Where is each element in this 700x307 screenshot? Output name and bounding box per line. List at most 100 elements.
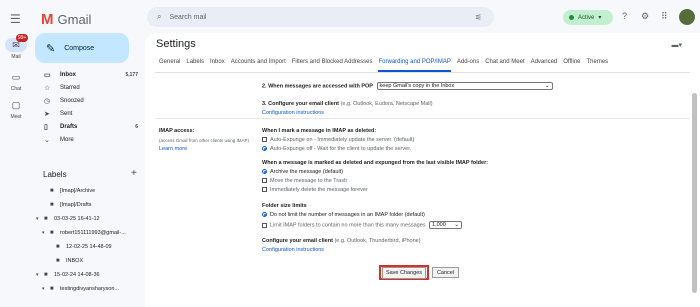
label-name: 12-02-25 14-48-09 — [66, 244, 112, 250]
label-item[interactable]: ▾ ■ 15-02-24 14-08-36 — [36, 272, 100, 278]
tab-addons[interactable]: Add-ons — [457, 59, 479, 72]
deleted-option-on[interactable]: Auto-Expunge on - Immediately update the… — [262, 137, 414, 143]
pop-config-link[interactable]: Configuration instructions — [262, 110, 324, 116]
folder-limit-select[interactable]: 1,000 ⌄ — [429, 221, 463, 229]
tab-inbox[interactable]: Inbox — [210, 59, 225, 72]
label-item[interactable]: ▾ ■ robert151111993@gmail-... — [42, 230, 126, 236]
tab-general[interactable]: General — [159, 59, 180, 72]
app-rail: ☰ ✉ 99+ Mail ▭ Chat ▢ Meet — [0, 0, 32, 307]
folder-option-unlimited[interactable]: Do not limit the number of messages in a… — [262, 212, 425, 218]
label-item[interactable]: ▾ ■ 03-03-25 16-41-12 — [36, 216, 100, 222]
chevron-down-icon[interactable]: ▾ — [42, 230, 50, 236]
chevron-down-icon[interactable]: ▾ — [36, 272, 44, 278]
send-icon: ➤ — [44, 110, 50, 118]
sidebar-item-label: More — [60, 136, 74, 143]
sidebar-item-more[interactable]: ⌄ More — [32, 133, 144, 146]
label-item[interactable]: ■ [Imap]/Archive — [50, 188, 95, 194]
avatar[interactable] — [679, 9, 695, 25]
imap-client-label: Configure your email client — [262, 238, 333, 244]
label-item[interactable]: ■ [Imap]/Drafts — [50, 202, 91, 208]
chevron-down-icon[interactable]: ▾ — [42, 286, 50, 292]
status-dropdown[interactable]: Active ▾ — [563, 10, 613, 25]
add-label-icon[interactable]: + — [131, 168, 137, 179]
search-input[interactable]: Search mail — [169, 14, 206, 21]
tab-themes[interactable]: Themes — [587, 59, 609, 72]
label-name: [Imap]/Archive — [60, 188, 96, 194]
sidebar-item-starred[interactable]: ☆ Starred — [32, 81, 144, 94]
imap-config-link[interactable]: Configuration instructions — [262, 247, 324, 253]
cancel-button[interactable]: Cancel — [432, 267, 459, 278]
compose-label: Compose — [64, 44, 95, 52]
chevron-down-icon: ▾ — [598, 15, 602, 21]
label-item[interactable]: ■ INBOX — [56, 258, 83, 264]
checkbox[interactable] — [262, 137, 267, 143]
chevron-down-icon[interactable]: ▾ — [36, 216, 44, 222]
search-bar[interactable]: ⌕ Search mail ⚟ — [147, 7, 494, 27]
pop-step3-label: 3. Configure your email client — [262, 101, 340, 107]
rail-meet[interactable]: ▢ Meet — [0, 98, 32, 120]
inbox-count: 5,177 — [125, 71, 138, 78]
imap-heading: IMAP access: — [159, 128, 195, 134]
apps-grid-icon[interactable]: ⠿ — [661, 11, 668, 22]
expunged-option-delete[interactable]: Immediately delete the message forever — [262, 187, 368, 193]
tab-offline[interactable]: Offline — [563, 59, 580, 72]
radio-selected[interactable] — [262, 169, 267, 175]
keyboard-icon[interactable]: ▬▾ — [671, 41, 682, 49]
gear-icon[interactable]: ⚙ — [641, 11, 649, 22]
main-menu-icon[interactable]: ☰ — [10, 12, 21, 26]
compose-button[interactable]: ✎ Compose — [35, 33, 129, 63]
search-options-icon[interactable]: ⚟ — [475, 13, 482, 22]
radio-selected[interactable] — [262, 146, 267, 152]
scrollbar[interactable] — [692, 93, 697, 293]
save-changes-button[interactable]: Save Changes — [379, 265, 429, 280]
settings-tabs: General Labels Inbox Accounts and Import… — [159, 59, 608, 72]
rail-chat-label: Chat — [10, 86, 22, 92]
sidebar-item-label: Starred — [60, 84, 80, 91]
rail-chat[interactable]: ▭ Chat — [0, 70, 32, 92]
status-label: Active — [578, 14, 595, 21]
sidebar-item-label: Snoozed — [60, 97, 84, 104]
learn-more-link[interactable]: Learn more — [159, 146, 259, 152]
tab-filters[interactable]: Filters and Blocked Addresses — [292, 59, 373, 72]
expunged-option-trash[interactable]: Move the message to the Trash — [262, 178, 347, 184]
sidebar-item-inbox[interactable]: ▭ Inbox 5,177 — [32, 68, 144, 81]
deleted-option-off[interactable]: Auto-Expunge off - Wait for the client t… — [262, 146, 411, 152]
label-tag-icon: ■ — [44, 216, 48, 222]
section-divider — [155, 118, 690, 119]
label-item[interactable]: ▾ ■ testingdivyansharyson... — [42, 286, 119, 292]
gmail-logo[interactable]: M Gmail — [41, 11, 91, 28]
label-tag-icon: ■ — [56, 258, 60, 264]
option-label: Do not limit the number of messages in a… — [270, 212, 425, 218]
chevron-down-icon: ⌄ — [544, 83, 550, 89]
rail-mail[interactable]: ✉ 99+ Mail — [0, 34, 32, 60]
tab-accounts[interactable]: Accounts and Import — [231, 59, 286, 72]
sidebar-item-label: Sent — [60, 110, 73, 117]
tab-advanced[interactable]: Advanced — [531, 59, 558, 72]
label-item[interactable]: ■ 12-02-25 14-48-09 — [56, 244, 112, 250]
pop-action-select[interactable]: keep Gmail's copy in the Inbox ⌄ — [376, 82, 553, 90]
checkbox[interactable] — [262, 187, 267, 193]
chevron-down-icon: ⌄ — [44, 136, 50, 144]
app-name: Gmail — [57, 12, 92, 27]
help-icon[interactable]: ? — [622, 11, 627, 21]
sidebar-item-sent[interactable]: ➤ Sent — [32, 107, 144, 120]
folder-option-limit[interactable]: Limit IMAP folders to contain no more th… — [262, 221, 463, 229]
tab-labels[interactable]: Labels — [186, 59, 204, 72]
label-name: 03-03-25 16-41-12 — [54, 216, 100, 222]
option-label: Auto-Expunge off - Wait for the client t… — [270, 146, 412, 152]
tab-chat-meet[interactable]: Chat and Meet — [485, 59, 524, 72]
sidebar-item-drafts[interactable]: ▯ Drafts 6 — [32, 120, 144, 133]
deleted-heading: When I mark a message in IMAP as deleted… — [262, 128, 377, 134]
checkbox[interactable] — [262, 222, 267, 228]
pop-step3-row: 3. Configure your email client (e.g. Out… — [262, 101, 433, 107]
tab-forwarding[interactable]: Forwarding and POP/IMAP — [378, 59, 451, 72]
search-icon[interactable]: ⌕ — [157, 12, 161, 22]
sidebar-item-snoozed[interactable]: ◷ Snoozed — [32, 94, 144, 107]
labels-heading: Labels — [43, 170, 67, 179]
imap-client-row: Configure your email client (e.g. Outloo… — [262, 238, 421, 244]
radio-selected[interactable] — [262, 212, 267, 218]
checkbox[interactable] — [262, 178, 267, 184]
clock-icon: ◷ — [44, 97, 51, 105]
label-name: testingdivyansharyson... — [60, 286, 120, 292]
expunged-option-archive[interactable]: Archive the message (default) — [262, 169, 343, 175]
